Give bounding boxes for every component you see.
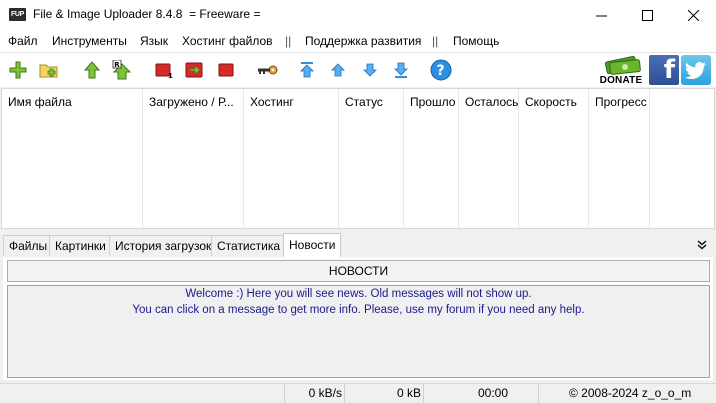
- stop-restart-icon: [185, 62, 203, 78]
- accounts-key-button[interactable]: [256, 59, 278, 81]
- upload-button[interactable]: [81, 59, 103, 81]
- app-window: FUP File & Image Uploader 8.4.8 = Freewa…: [0, 0, 716, 403]
- add-files-button[interactable]: [7, 59, 29, 81]
- tab-statistics[interactable]: Статистика: [211, 235, 287, 256]
- column-header-speed[interactable]: Скорость: [519, 89, 589, 230]
- move-bottom-button[interactable]: [390, 59, 412, 81]
- tab-files[interactable]: Файлы: [3, 235, 54, 256]
- column-header-hosting[interactable]: Хостинг: [244, 89, 339, 230]
- column-label: Скорость: [525, 95, 577, 109]
- app-logo-icon[interactable]: FUP: [9, 8, 26, 21]
- facebook-icon: f: [663, 55, 675, 85]
- move-top-icon: [300, 62, 314, 78]
- column-label: Загружено / Р...: [149, 95, 234, 109]
- menu-file-hosting[interactable]: Хостинг файлов: [182, 34, 273, 48]
- stop-all-button[interactable]: [215, 59, 237, 81]
- menu-language[interactable]: Язык: [140, 34, 168, 48]
- move-up-icon: [331, 63, 345, 77]
- twitter-button[interactable]: [681, 55, 711, 85]
- donate-button[interactable]: DONATE: [596, 55, 646, 86]
- column-label: Статус: [345, 95, 383, 109]
- menu-separator: ||: [432, 34, 439, 48]
- help-button[interactable]: ?: [430, 59, 452, 81]
- menu-separator: ||: [285, 34, 292, 48]
- column-header-remaining[interactable]: Осталось: [459, 89, 519, 230]
- tab-strip: Файлы Картинки История загрузок Статисти…: [0, 232, 716, 257]
- stop-icon: 1: [155, 63, 173, 79]
- news-list[interactable]: Welcome :) Here you will see news. Old m…: [7, 285, 710, 378]
- upload-resize-icon: R: [112, 60, 132, 80]
- add-folder-icon: [39, 64, 58, 78]
- toolbar: R 1 ? DONATE f: [0, 52, 716, 87]
- move-top-button[interactable]: [296, 59, 318, 81]
- column-label: Прогресс: [595, 95, 647, 109]
- menu-support-development[interactable]: Поддержка развития: [305, 34, 421, 48]
- stop-restart-button[interactable]: [184, 59, 206, 81]
- stop-button[interactable]: 1: [154, 59, 176, 81]
- maximize-icon: [641, 10, 653, 21]
- news-message[interactable]: You can click on a message to get more i…: [8, 304, 709, 316]
- maximize-button[interactable]: [624, 0, 670, 31]
- column-header-uploaded[interactable]: Загружено / Р...: [143, 89, 244, 230]
- tab-news[interactable]: Новости: [283, 233, 342, 257]
- tab-upload-history[interactable]: История загрузок: [109, 235, 218, 256]
- move-down-icon: [363, 63, 377, 77]
- app-logo-text: FUP: [10, 11, 25, 18]
- column-label: Имя файла: [8, 95, 72, 109]
- column-header-status[interactable]: Статус: [339, 89, 404, 230]
- svg-text:?: ?: [437, 63, 445, 79]
- column-label: Прошло: [410, 95, 456, 109]
- upload-resize-button[interactable]: R: [111, 59, 133, 81]
- money-stack-icon: [604, 55, 641, 75]
- minimize-icon: [595, 15, 607, 17]
- svg-text:R: R: [114, 61, 120, 69]
- help-icon: ?: [430, 59, 452, 81]
- column-header-filename[interactable]: Имя файла: [2, 89, 143, 230]
- title-bar[interactable]: FUP File & Image Uploader 8.4.8 = Freewa…: [0, 0, 716, 31]
- collapse-panel-button[interactable]: [697, 239, 707, 253]
- double-chevron-down-icon: [697, 240, 707, 250]
- twitter-icon: [685, 62, 706, 79]
- upload-table[interactable]: Имя файла Загружено / Р... Хостинг Стату…: [1, 88, 715, 230]
- facebook-button[interactable]: f: [649, 55, 679, 85]
- column-label: Осталось: [465, 95, 519, 109]
- stop-all-icon: [218, 63, 234, 77]
- menu-file[interactable]: Файл: [8, 34, 38, 48]
- status-bar: 0 kB/s 0 kB 00:00 © 2008-2024 z_o_o_m: [0, 383, 716, 403]
- status-speed: 0 kB/s: [284, 384, 344, 403]
- column-header-progress[interactable]: Прогресс: [589, 89, 650, 230]
- status-copyright: © 2008-2024 z_o_o_m: [538, 384, 716, 403]
- add-files-icon: [9, 61, 27, 79]
- tab-images[interactable]: Картинки: [49, 235, 112, 256]
- news-message[interactable]: Welcome :) Here you will see news. Old m…: [8, 288, 709, 300]
- news-header-button[interactable]: НОВОСТИ: [7, 260, 710, 282]
- key-icon: [258, 65, 278, 75]
- status-time: 00:00: [423, 384, 510, 403]
- donate-label: DONATE: [599, 75, 643, 86]
- column-label: Хостинг: [250, 95, 294, 109]
- window-title: File & Image Uploader 8.4.8 = Freeware =: [33, 7, 261, 21]
- minimize-button[interactable]: [578, 0, 624, 31]
- column-header-elapsed[interactable]: Прошло: [404, 89, 459, 230]
- news-panel: НОВОСТИ Welcome :) Here you will see new…: [3, 257, 713, 380]
- close-button[interactable]: [670, 0, 716, 31]
- close-icon: [687, 10, 699, 21]
- move-down-button[interactable]: [359, 59, 381, 81]
- move-bottom-icon: [394, 62, 408, 78]
- svg-text:1: 1: [168, 72, 173, 79]
- menu-bar: Файл Инструменты Язык Хостинг файлов || …: [0, 31, 716, 52]
- status-size: 0 kB: [344, 384, 423, 403]
- upload-icon: [83, 61, 101, 79]
- menu-help[interactable]: Помощь: [453, 34, 499, 48]
- menu-tools[interactable]: Инструменты: [52, 34, 127, 48]
- add-folder-button[interactable]: [38, 59, 60, 81]
- move-up-button[interactable]: [327, 59, 349, 81]
